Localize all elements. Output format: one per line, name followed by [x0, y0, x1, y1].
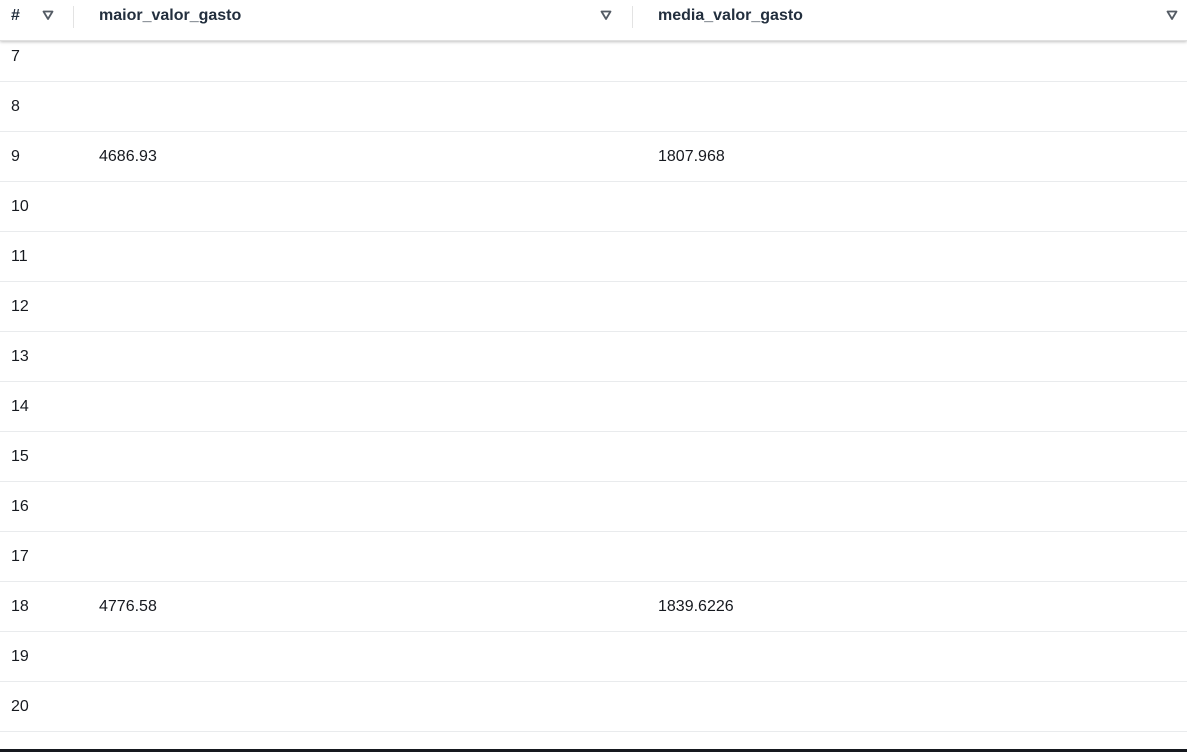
filter-triangle-icon[interactable] — [42, 9, 54, 21]
row-index-cell: 17 — [11, 548, 29, 565]
column-header-maior-valor-gasto[interactable]: maior_valor_gasto — [99, 0, 241, 32]
row-index-cell: 11 — [11, 248, 28, 265]
table-row[interactable]: 19 — [0, 632, 1187, 682]
row-index-cell: 16 — [11, 498, 29, 515]
table-body: 7 8 9 4686.93 1807.968 10 11 12 13 14 15… — [0, 32, 1187, 752]
row-index-cell: 12 — [11, 298, 29, 315]
row-index-cell: 10 — [11, 198, 29, 215]
table-header: # maior_valor_gasto media_valor_gasto — [0, 0, 1187, 41]
row-index-cell: 18 — [11, 598, 29, 615]
column-header-label: maior_valor_gasto — [99, 7, 242, 24]
column-header-media-valor-gasto[interactable]: media_valor_gasto — [658, 0, 803, 32]
column-header-label: # — [11, 7, 20, 24]
row-index-cell: 14 — [11, 398, 29, 415]
row-index-cell: 15 — [11, 448, 29, 465]
filter-triangle-icon[interactable] — [1166, 9, 1178, 21]
row-index-cell: 20 — [11, 698, 29, 715]
table-row[interactable]: 8 — [0, 82, 1187, 132]
table-row[interactable]: 14 — [0, 382, 1187, 432]
filter-triangle-icon[interactable] — [600, 9, 612, 21]
media-valor-gasto-cell: 1839.6226 — [658, 598, 734, 615]
table-row[interactable]: 17 — [0, 532, 1187, 582]
maior-valor-gasto-cell: 4776.58 — [99, 598, 157, 615]
column-separator[interactable] — [632, 6, 633, 28]
table-row[interactable]: 11 — [0, 232, 1187, 282]
table-row[interactable]: 18 4776.58 1839.6226 — [0, 582, 1187, 632]
table-row[interactable]: 12 — [0, 282, 1187, 332]
column-header-index[interactable]: # — [11, 0, 20, 32]
maior-valor-gasto-cell: 4686.93 — [99, 148, 157, 165]
row-index-cell: 13 — [11, 348, 29, 365]
table-row[interactable]: 10 — [0, 182, 1187, 232]
row-index-cell: 8 — [11, 98, 20, 115]
table-row[interactable]: 13 — [0, 332, 1187, 382]
table-row[interactable]: 20 — [0, 682, 1187, 732]
row-index-cell: 9 — [11, 148, 20, 165]
column-separator[interactable] — [73, 6, 74, 28]
table-row[interactable]: 16 — [0, 482, 1187, 532]
table-row[interactable]: 15 — [0, 432, 1187, 482]
media-valor-gasto-cell: 1807.968 — [658, 148, 725, 165]
results-table: # maior_valor_gasto media_valor_gasto 7 … — [0, 0, 1187, 752]
row-index-cell: 19 — [11, 648, 29, 665]
table-row[interactable]: 9 4686.93 1807.968 — [0, 132, 1187, 182]
column-header-label: media_valor_gasto — [658, 7, 803, 24]
